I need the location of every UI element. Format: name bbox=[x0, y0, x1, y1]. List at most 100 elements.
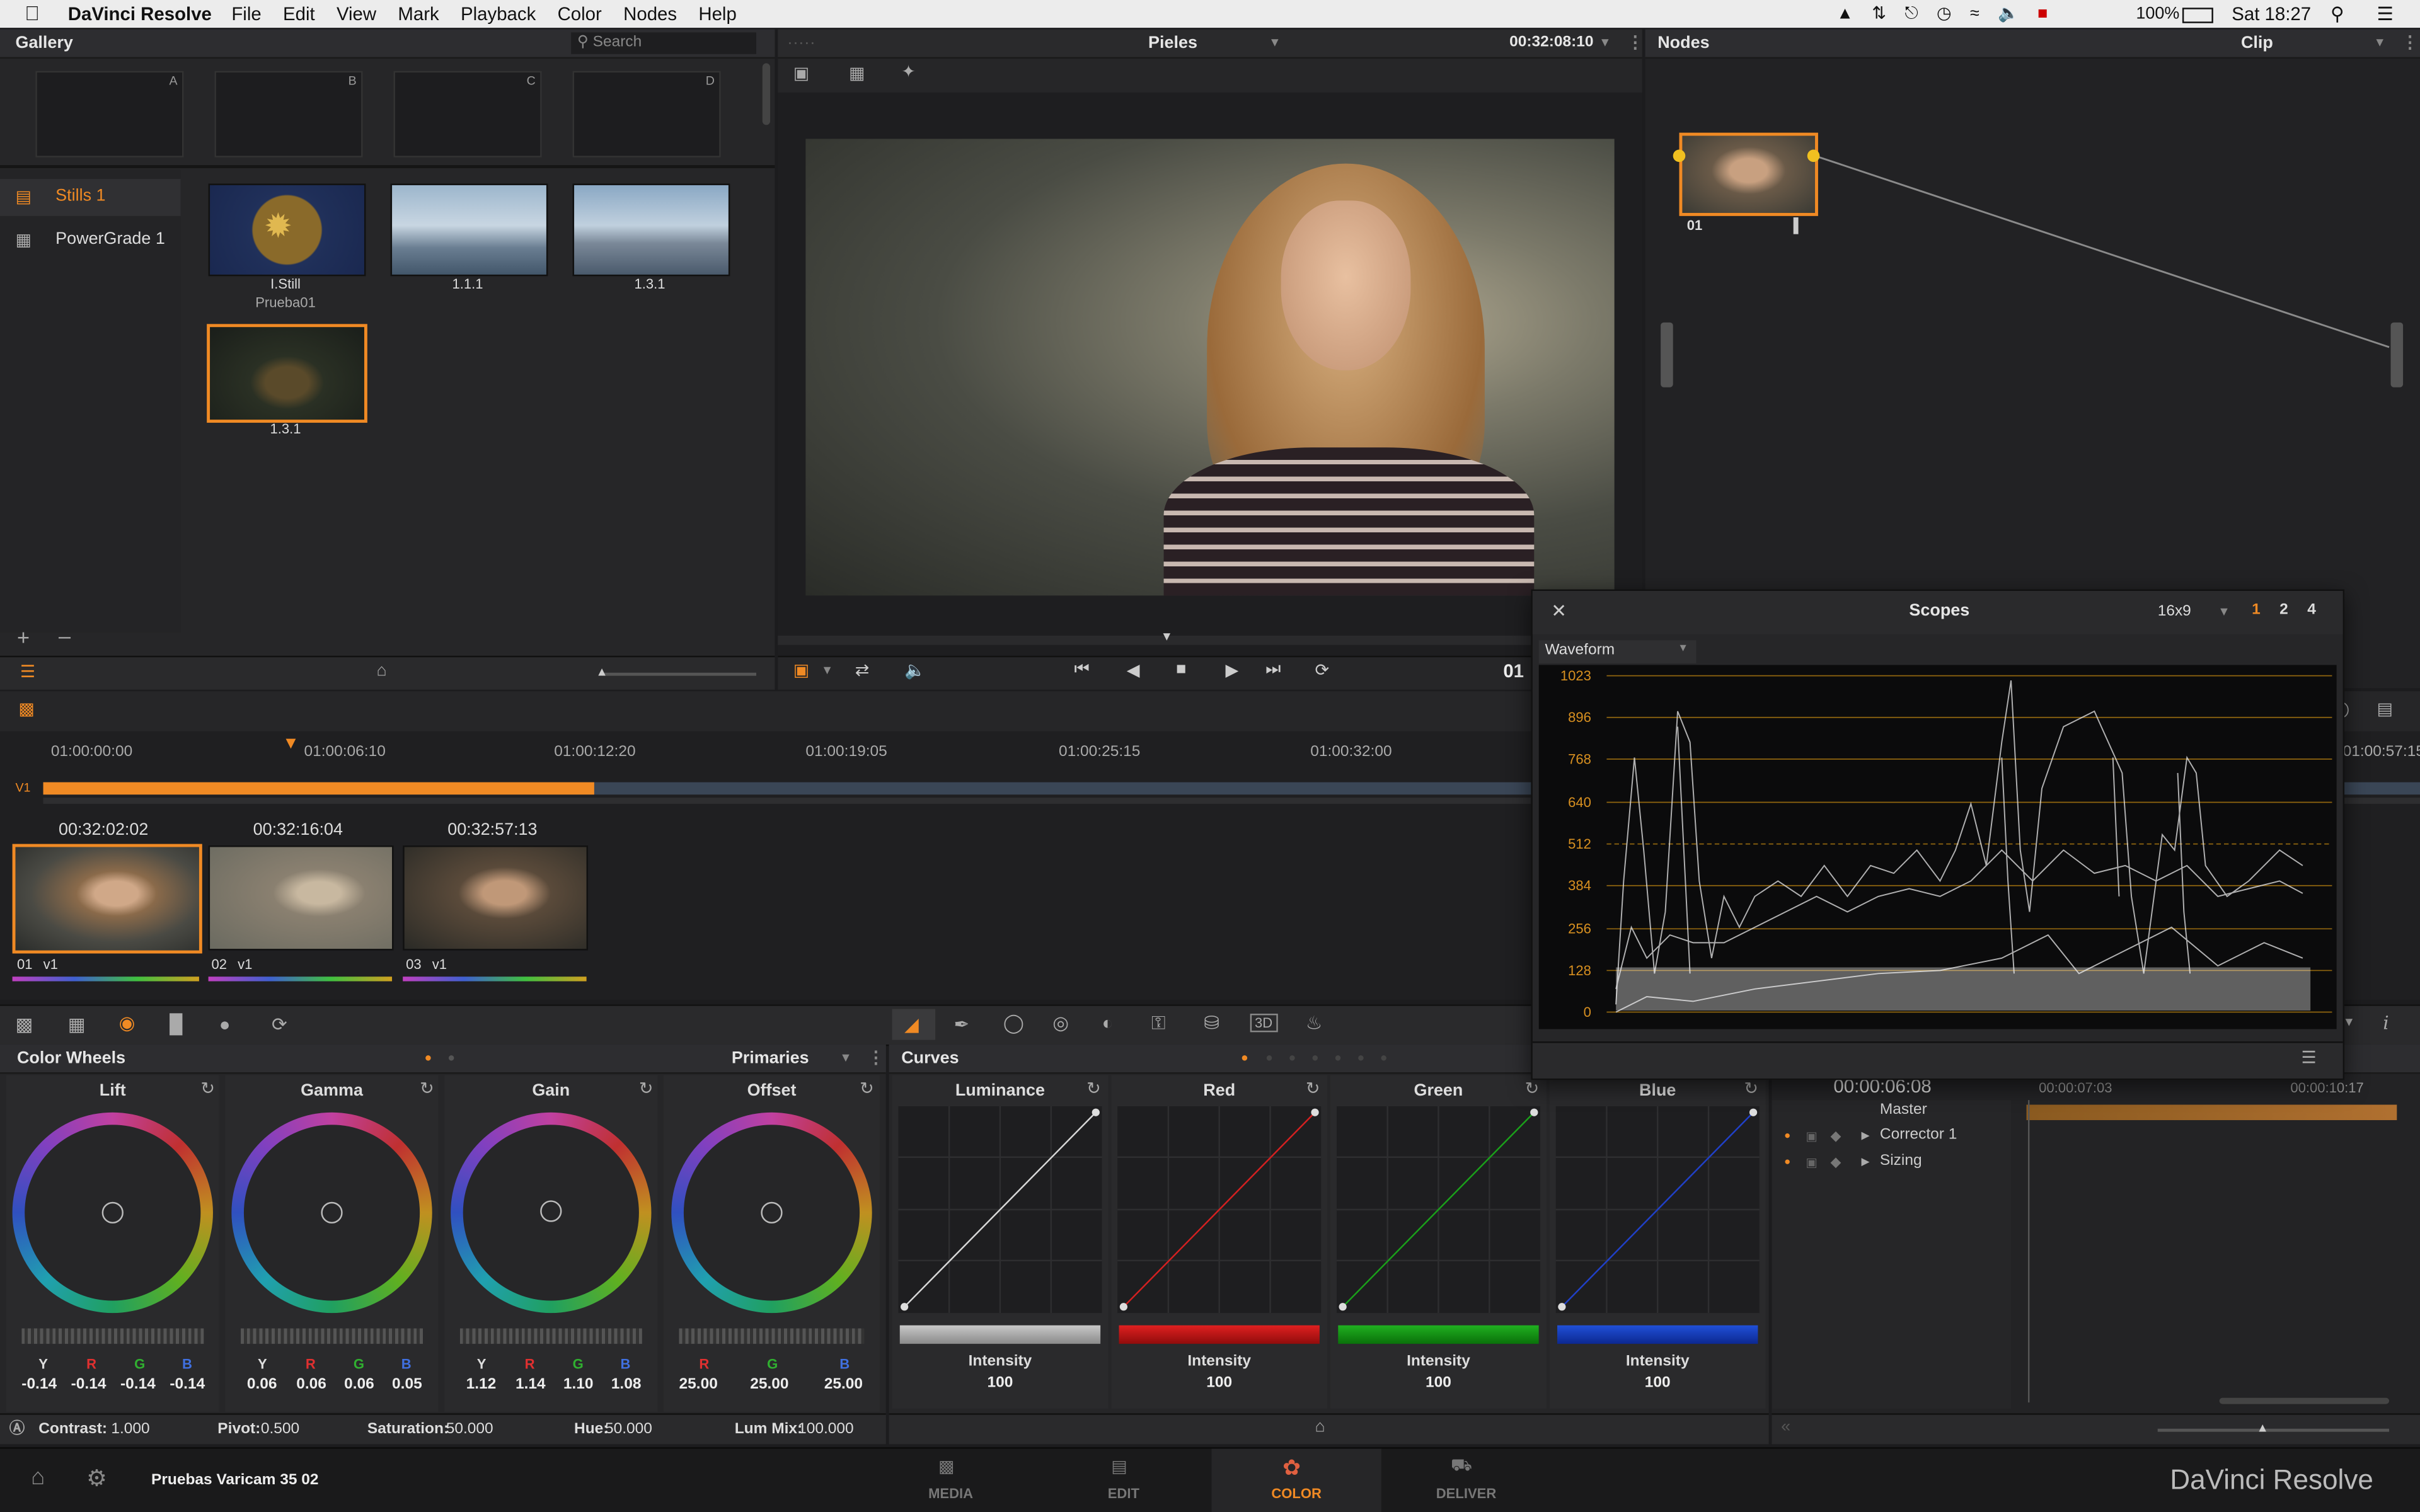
expand-icon[interactable]: ▶ bbox=[1861, 1130, 1869, 1142]
grid-viewer-icon[interactable]: ▦ bbox=[849, 63, 865, 83]
wheel-puck[interactable] bbox=[540, 1200, 562, 1222]
skip-to-start-icon[interactable]: ⏮ bbox=[1075, 660, 1090, 680]
3d-icon[interactable]: 3D bbox=[1250, 1013, 1277, 1033]
scope-tab-1[interactable]: 1 bbox=[2252, 602, 2261, 619]
value-y[interactable]: 0.06 bbox=[247, 1377, 277, 1394]
clip-name[interactable]: Pieles bbox=[1148, 30, 1197, 57]
volume-icon[interactable]: 🔈 bbox=[1998, 0, 2019, 28]
still-thumb[interactable]: ✹ bbox=[208, 183, 366, 277]
sizing-icon[interactable]: ⛁ bbox=[1204, 1012, 1219, 1034]
value-b[interactable]: 1.08 bbox=[611, 1377, 642, 1394]
master-wheel[interactable] bbox=[679, 1328, 865, 1344]
menu-file[interactable]: File bbox=[231, 0, 261, 28]
notification-icon[interactable]: ☰ bbox=[2377, 0, 2393, 28]
playhead-marker[interactable]: ▼ bbox=[282, 735, 299, 753]
value-r[interactable]: 25.00 bbox=[679, 1377, 718, 1394]
keyframe-master-bar[interactable] bbox=[2026, 1104, 2397, 1120]
play-icon[interactable]: ▶ bbox=[1226, 660, 1239, 680]
wheel-puck[interactable] bbox=[321, 1201, 343, 1224]
intensity-bar[interactable] bbox=[1557, 1325, 1758, 1344]
gallery-search[interactable]: ⚲ Search bbox=[571, 32, 757, 54]
value-g[interactable]: 25.00 bbox=[750, 1377, 788, 1394]
clip-view-icon[interactable]: ▩ bbox=[18, 699, 34, 719]
color-match-icon[interactable]: ▦ bbox=[68, 1014, 86, 1035]
reset-icon[interactable]: ↻ bbox=[1744, 1079, 1758, 1098]
remove-album-button[interactable]: – bbox=[59, 623, 71, 648]
value-b[interactable]: 0.05 bbox=[392, 1377, 422, 1394]
add-album-button[interactable]: + bbox=[17, 625, 30, 650]
value-b[interactable]: 25.00 bbox=[824, 1377, 863, 1394]
more-options-icon[interactable]: ⋮ bbox=[867, 1045, 884, 1072]
clip-thumbnail-selected[interactable] bbox=[12, 844, 202, 954]
mic-icon[interactable]: ⎋ bbox=[1904, 0, 1918, 28]
time-machine-icon[interactable]: ◷ bbox=[1937, 0, 1952, 28]
home-icon[interactable]: ⌂ bbox=[377, 662, 387, 680]
page-dot-active[interactable]: ● bbox=[1241, 1045, 1248, 1072]
node-output-dot[interactable] bbox=[1807, 149, 1820, 163]
scrubber-handle[interactable]: ▼ bbox=[1161, 629, 1173, 643]
skip-to-end-icon[interactable]: ⏭ bbox=[1265, 660, 1281, 680]
saturation-value[interactable]: 50.000 bbox=[446, 1415, 493, 1445]
page-deliver[interactable]: ⛟ DELIVER bbox=[1410, 1449, 1521, 1512]
lock-icon[interactable]: ▣ bbox=[1806, 1155, 1818, 1169]
intensity-bar[interactable] bbox=[1338, 1325, 1539, 1344]
master-wheel[interactable] bbox=[21, 1328, 204, 1344]
value-y[interactable]: 1.12 bbox=[466, 1377, 497, 1394]
reset-icon[interactable]: ↻ bbox=[639, 1079, 654, 1098]
blur-icon[interactable]: ◐ bbox=[1102, 1012, 1114, 1034]
back-icon[interactable]: « bbox=[1781, 1418, 1790, 1436]
node-01[interactable] bbox=[1679, 132, 1818, 216]
expand-icon[interactable]: ▶ bbox=[1861, 1155, 1869, 1168]
curve-graph[interactable] bbox=[1117, 1106, 1322, 1314]
memory-slot-d[interactable]: D bbox=[572, 71, 721, 158]
camera-raw-icon[interactable]: ▩ bbox=[15, 1014, 33, 1035]
reset-icon[interactable]: ↻ bbox=[860, 1079, 874, 1098]
more-options-icon[interactable]: ⋮ bbox=[1627, 30, 1644, 57]
app-name[interactable]: DaVinci Resolve bbox=[68, 0, 212, 28]
flag-icon[interactable]: ■ bbox=[2037, 0, 2048, 28]
menu-nodes[interactable]: Nodes bbox=[623, 0, 677, 28]
album-powergrade-1[interactable]: ▦ PowerGrade 1 bbox=[0, 222, 181, 260]
list-view-icon[interactable]: ☰ bbox=[20, 662, 35, 682]
slider-handle[interactable]: ▲ bbox=[596, 665, 608, 679]
transfer-icon[interactable]: ⇅ bbox=[1872, 0, 1886, 28]
home-icon[interactable]: ⌂ bbox=[1315, 1418, 1325, 1436]
single-viewer-icon[interactable]: ▣ bbox=[793, 63, 809, 83]
scope-settings-icon[interactable]: ☰ bbox=[2301, 1048, 2316, 1067]
chevron-down-icon[interactable]: ▼ bbox=[1599, 30, 1611, 57]
intensity-value[interactable]: 100 bbox=[1550, 1375, 1766, 1392]
timeline-options-icon[interactable]: ▤ bbox=[2377, 699, 2392, 719]
qualifier-icon[interactable]: ✒ bbox=[954, 1014, 969, 1035]
node-graph-input[interactable] bbox=[1661, 322, 1673, 387]
memory-slot-a[interactable]: A bbox=[35, 71, 184, 158]
color-wheel[interactable] bbox=[451, 1112, 652, 1314]
scope-tab-2[interactable]: 2 bbox=[2279, 602, 2288, 619]
tracker-icon[interactable]: ◎ bbox=[1052, 1012, 1069, 1034]
intensity-bar[interactable] bbox=[899, 1325, 1101, 1344]
flame-icon[interactable]: ♨ bbox=[1306, 1012, 1322, 1034]
menu-edit[interactable]: Edit bbox=[283, 0, 315, 28]
viewer-mode-icon[interactable]: ▣ bbox=[793, 660, 809, 680]
curve-graph[interactable] bbox=[1555, 1106, 1760, 1314]
intensity-bar[interactable] bbox=[1119, 1325, 1320, 1344]
keyframe-playhead[interactable] bbox=[2027, 1100, 2030, 1403]
keyframe-icon[interactable]: ◆ bbox=[1831, 1128, 1841, 1145]
value-b[interactable]: -0.14 bbox=[170, 1377, 205, 1394]
color-wheel[interactable] bbox=[231, 1112, 432, 1314]
stop-icon[interactable]: ■ bbox=[1176, 660, 1186, 679]
thumb-size-slider[interactable] bbox=[602, 672, 757, 676]
menu-help[interactable]: Help bbox=[698, 0, 736, 28]
scope-layout[interactable]: 16x9 bbox=[2158, 604, 2191, 621]
page-dot-active[interactable]: ● bbox=[424, 1045, 432, 1072]
chevron-down-icon[interactable]: ▼ bbox=[839, 1045, 851, 1072]
memory-slot-b[interactable]: B bbox=[214, 71, 363, 158]
keyframe-zoom-slider[interactable] bbox=[2157, 1428, 2390, 1432]
chevron-down-icon[interactable]: ▼ bbox=[1269, 30, 1281, 57]
menu-view[interactable]: View bbox=[337, 0, 376, 28]
reset-icon[interactable]: ↻ bbox=[420, 1079, 434, 1098]
key-icon[interactable]: ⚿ bbox=[1151, 1012, 1165, 1036]
battery-icon[interactable] bbox=[2182, 8, 2213, 23]
auto-balance-icon[interactable]: Ⓐ bbox=[9, 1415, 25, 1445]
still-thumb[interactable] bbox=[390, 183, 548, 277]
reset-icon[interactable]: ↻ bbox=[1306, 1079, 1320, 1098]
